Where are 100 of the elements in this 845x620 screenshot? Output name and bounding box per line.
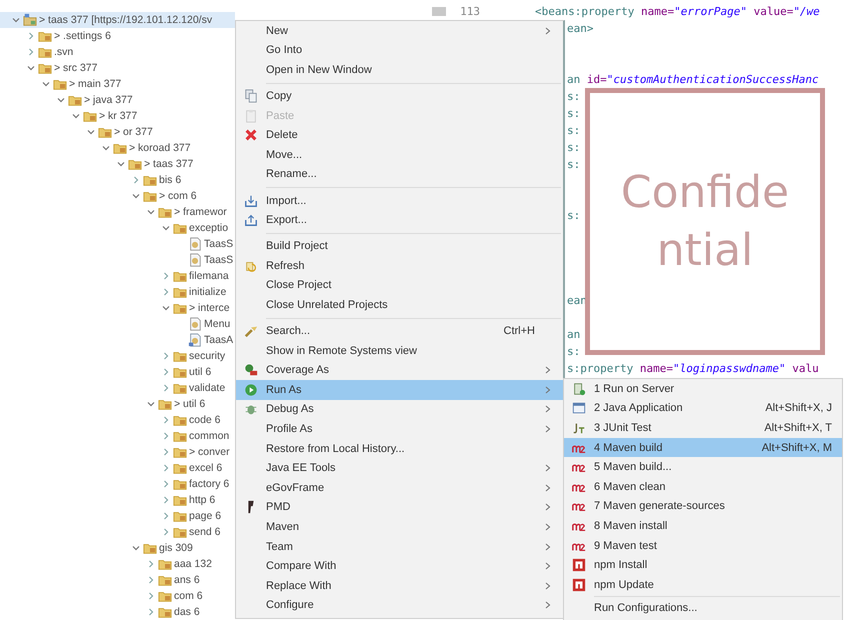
tree-item-label[interactable]: TaasS	[204, 254, 234, 266]
tree-item-label[interactable]: > or 377	[114, 126, 153, 138]
chevron-down-icon[interactable]	[72, 112, 80, 120]
menu-item[interactable]: Rename...	[236, 164, 563, 184]
menu-item[interactable]: Compare With	[236, 556, 563, 576]
tree-item-label[interactable]: > koroad 377	[129, 142, 191, 154]
menu-item[interactable]: Maven	[236, 517, 563, 537]
tree-item-label[interactable]: common	[189, 430, 230, 442]
menu-item[interactable]: Show in Remote Systems view	[236, 340, 563, 360]
menu-item[interactable]: eGovFrame	[236, 478, 563, 498]
tree-item-label[interactable]: > .settings 6	[54, 30, 111, 42]
menu-item[interactable]: Open in New Window	[236, 60, 563, 80]
menu-item[interactable]: Configure	[236, 596, 563, 616]
chevron-right-icon[interactable]	[162, 352, 170, 360]
tree-item-label[interactable]: .svn	[54, 46, 74, 58]
menu-item[interactable]: Team	[236, 536, 563, 556]
chevron-down-icon[interactable]	[132, 192, 140, 200]
menu-item[interactable]: Export...	[236, 210, 563, 230]
menu-item[interactable]: Restore from Local History...	[236, 438, 563, 458]
tree-item-label[interactable]: > src 377	[54, 62, 98, 74]
tree-item-label[interactable]: bis 6	[159, 174, 182, 186]
menu-item[interactable]: Import...	[236, 190, 563, 210]
menu-item[interactable]: 6 Maven clean	[564, 476, 842, 497]
tree-item-label[interactable]: Menu	[204, 318, 230, 330]
chevron-down-icon[interactable]	[12, 16, 20, 24]
chevron-right-icon[interactable]	[162, 432, 170, 440]
menu-item[interactable]: 1 Run on Server	[564, 379, 842, 399]
menu-item[interactable]: New	[236, 21, 563, 41]
tree-item-label[interactable]: > java 377	[84, 94, 133, 106]
menu-item[interactable]: PMD	[236, 498, 563, 518]
menu-item[interactable]: 8 Maven install	[564, 516, 842, 536]
chevron-right-icon[interactable]	[162, 448, 170, 456]
chevron-right-icon[interactable]	[147, 576, 155, 584]
menu-item[interactable]: Delete	[236, 125, 563, 146]
chevron-down-icon[interactable]	[132, 544, 140, 552]
chevron-right-icon[interactable]	[162, 416, 170, 424]
chevron-right-icon[interactable]	[162, 288, 170, 296]
tree-item-label[interactable]: initialize	[189, 286, 226, 298]
chevron-down-icon[interactable]	[117, 160, 125, 168]
menu-item[interactable]: 2 Java Application Alt+Shift+X, J	[564, 398, 842, 418]
menu-item[interactable]: Run As	[236, 380, 563, 400]
chevron-down-icon[interactable]	[162, 224, 170, 232]
chevron-right-icon[interactable]	[147, 608, 155, 616]
menu-item[interactable]: Copy	[236, 86, 563, 106]
tree-item-label[interactable]: > kr 377	[99, 110, 138, 122]
chevron-right-icon[interactable]	[162, 480, 170, 488]
menu-item[interactable]: Search... Ctrl+H	[236, 321, 563, 341]
tree-item-label[interactable]: send 6	[189, 526, 221, 538]
chevron-right-icon[interactable]	[162, 528, 170, 536]
tree-item-label[interactable]: > util 6	[174, 398, 206, 410]
menu-item[interactable]: Move...	[236, 145, 563, 165]
tree-item-label[interactable]: ans 6	[174, 574, 200, 586]
chevron-right-icon[interactable]	[162, 384, 170, 392]
chevron-right-icon[interactable]	[162, 464, 170, 472]
chevron-down-icon[interactable]	[57, 96, 65, 104]
menu-item[interactable]: Java EE Tools	[236, 458, 563, 478]
menu-item[interactable]: Build Project	[236, 236, 563, 256]
menu-item[interactable]: Run Configurations...	[564, 598, 842, 618]
tree-item-label[interactable]: page 6	[189, 510, 222, 522]
tree-item-highlight[interactable]: > taas 377 [https://192.101.12.120/sv	[0, 12, 235, 28]
tree-item-label[interactable]: TaasA	[204, 334, 234, 346]
chevron-right-icon[interactable]	[132, 176, 140, 184]
tree-item-label[interactable]: http 6	[189, 494, 216, 506]
menu-item[interactable]: 5 Maven build...	[564, 457, 842, 477]
chevron-right-icon[interactable]	[162, 368, 170, 376]
menu-item[interactable]: Replace With	[236, 576, 563, 596]
tree-item-label[interactable]: > com 6	[159, 190, 197, 202]
menu-item[interactable]: 4 Maven build Alt+Shift+X, M	[564, 438, 842, 458]
menu-item[interactable]: 9 Maven test	[564, 536, 842, 556]
menu-item[interactable]: Refresh	[236, 256, 563, 276]
chevron-right-icon[interactable]	[162, 496, 170, 504]
tree-item-label[interactable]: > interce	[189, 302, 230, 314]
chevron-down-icon[interactable]	[147, 208, 155, 216]
tree-item-label[interactable]: TaasS	[204, 238, 234, 250]
menu-item[interactable]: Debug As	[236, 400, 563, 420]
menu-item[interactable]: npm Update	[564, 574, 842, 595]
menu-item[interactable]: Close Unrelated Projects	[236, 295, 563, 315]
tree-item-label[interactable]: das 6	[174, 606, 200, 618]
tree-item-label[interactable]: excel 6	[189, 462, 222, 474]
chevron-right-icon[interactable]	[162, 512, 170, 520]
tree-item-label[interactable]: filemana	[189, 270, 229, 282]
chevron-down-icon[interactable]	[27, 64, 35, 72]
chevron-right-icon[interactable]	[162, 272, 170, 280]
tree-item-label[interactable]: exceptio	[189, 222, 228, 234]
tree-item-label[interactable]: com 6	[174, 590, 203, 602]
tree-item-label[interactable]: validate	[189, 382, 226, 394]
menu-item[interactable]: npm Install	[564, 555, 842, 575]
chevron-down-icon[interactable]	[162, 304, 170, 312]
chevron-down-icon[interactable]	[102, 144, 110, 152]
menu-item[interactable]: 7 Maven generate-sources	[564, 496, 842, 516]
tree-item-label[interactable]: security	[189, 350, 226, 362]
tree-item-label[interactable]: util 6	[189, 366, 212, 378]
chevron-right-icon[interactable]	[147, 560, 155, 568]
tree-item-label[interactable]: > conver	[189, 446, 230, 458]
chevron-down-icon[interactable]	[42, 80, 50, 88]
menu-item[interactable]: 3 JUnit Test Alt+Shift+X, T	[564, 418, 842, 438]
tree-item-label[interactable]: > taas 377 [https://192.101.12.120/sv	[39, 14, 212, 26]
menu-item[interactable]: Close Project	[236, 276, 563, 296]
menu-item[interactable]: Coverage As	[236, 360, 563, 380]
chevron-right-icon[interactable]	[27, 32, 35, 40]
